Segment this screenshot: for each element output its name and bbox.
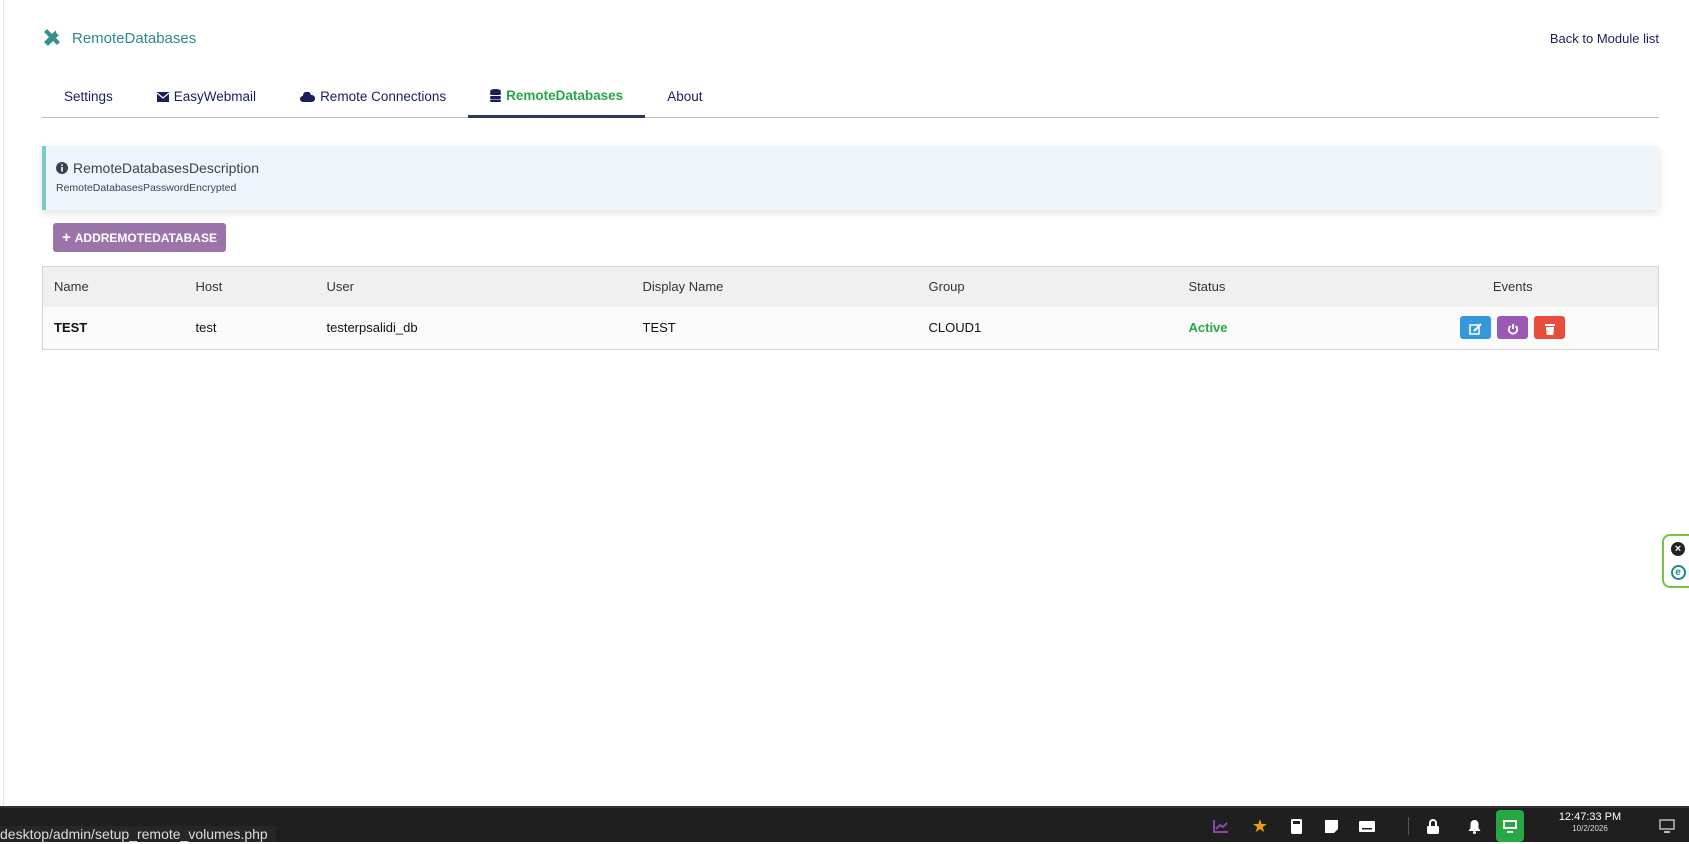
tab-label: EasyWebmail <box>173 89 257 104</box>
tab-label: Remote Connections <box>320 89 447 104</box>
page-title: RemoteDatabases <box>42 28 196 48</box>
column-header-name: Name <box>42 266 185 307</box>
tab-label: Settings <box>64 89 113 104</box>
page-title-text: RemoteDatabases <box>72 29 197 47</box>
envelope-icon <box>156 92 169 102</box>
keyboard-icon[interactable] <box>1349 808 1385 844</box>
back-to-module-list-link[interactable]: Back to Module list <box>1550 31 1659 46</box>
database-icon <box>490 89 502 102</box>
floating-widget: × e <box>1662 534 1689 588</box>
e-logo-icon[interactable]: e <box>1670 564 1686 580</box>
clock[interactable]: 12:47:33 PM 10/2/2026 <box>1545 812 1635 834</box>
column-header-status: Status <box>1177 266 1368 307</box>
tab-label: About <box>667 89 703 104</box>
toggle-power-button[interactable] <box>1497 316 1529 340</box>
cell-name: TEST <box>42 306 185 350</box>
cell-display-name: TEST <box>631 306 918 350</box>
column-header-group: Group <box>917 266 1178 307</box>
column-header-user: User <box>315 266 632 307</box>
cell-host: test <box>184 306 316 350</box>
table-header-row: Name Host User Display Name Group Status… <box>42 266 1659 307</box>
column-header-display-name: Display Name <box>631 266 918 307</box>
calculator-icon[interactable] <box>1278 808 1314 844</box>
info-subtitle: RemoteDatabasesPasswordEncrypted <box>56 182 237 194</box>
plus-icon: + <box>62 229 71 246</box>
tab-settings[interactable]: Settings <box>42 82 135 118</box>
clock-date: 10/2/2026 <box>1572 824 1608 833</box>
lock-icon[interactable] <box>1415 808 1451 844</box>
cell-group: CLOUD1 <box>917 306 1178 350</box>
add-remote-database-button[interactable]: + ADDREMOTEDATABASE <box>53 223 226 252</box>
tab-remotedatabases[interactable]: RemoteDatabases <box>468 82 646 118</box>
star-icon[interactable]: ★ <box>1242 808 1278 844</box>
edit-button[interactable] <box>1460 316 1492 340</box>
cell-events <box>1367 306 1659 350</box>
delete-button[interactable] <box>1534 316 1566 340</box>
clock-time: 12:47:33 PM <box>1558 811 1622 823</box>
column-header-events: Events <box>1367 266 1659 307</box>
tab-about[interactable]: About <box>645 82 724 118</box>
status-bar-url: desktop/admin/setup_remote_volumes.php <box>0 826 276 842</box>
info-icon <box>56 162 68 174</box>
cell-status: Active <box>1177 306 1368 350</box>
cloud-icon <box>300 92 316 102</box>
tab-label: RemoteDatabases <box>506 87 624 103</box>
tab-bar: Settings EasyWebmail Remote Connections … <box>42 82 1659 118</box>
status-badge: Active <box>1188 320 1228 336</box>
cell-user: testerpsalidi_db <box>315 306 632 350</box>
trash-icon <box>1544 323 1555 335</box>
bell-icon[interactable] <box>1456 808 1492 844</box>
table-row: TEST test testerpsalidi_db TEST CLOUD1 A… <box>42 306 1659 350</box>
tab-easywebmail[interactable]: EasyWebmail <box>135 82 278 118</box>
remote-databases-table: Name Host User Display Name Group Status… <box>42 266 1659 350</box>
column-header-host: Host <box>184 266 316 307</box>
info-title: RemoteDatabasesDescription <box>73 160 259 176</box>
tab-remote-connections[interactable]: Remote Connections <box>278 82 468 118</box>
info-box: RemoteDatabasesDescription RemoteDatabas… <box>42 146 1659 210</box>
add-button-label: ADDREMOTEDATABASE <box>74 230 217 245</box>
power-icon <box>1507 323 1518 335</box>
edit-icon <box>1469 323 1482 335</box>
close-circle-icon[interactable]: × <box>1671 542 1685 557</box>
tools-icon <box>44 29 60 46</box>
tray-divider <box>1408 817 1409 835</box>
chart-icon[interactable] <box>1203 808 1239 844</box>
show-desktop-icon[interactable] <box>1649 808 1685 844</box>
desktop-active-icon[interactable] <box>1496 810 1524 842</box>
left-border <box>0 0 4 806</box>
sticky-note-icon[interactable] <box>1313 808 1349 844</box>
